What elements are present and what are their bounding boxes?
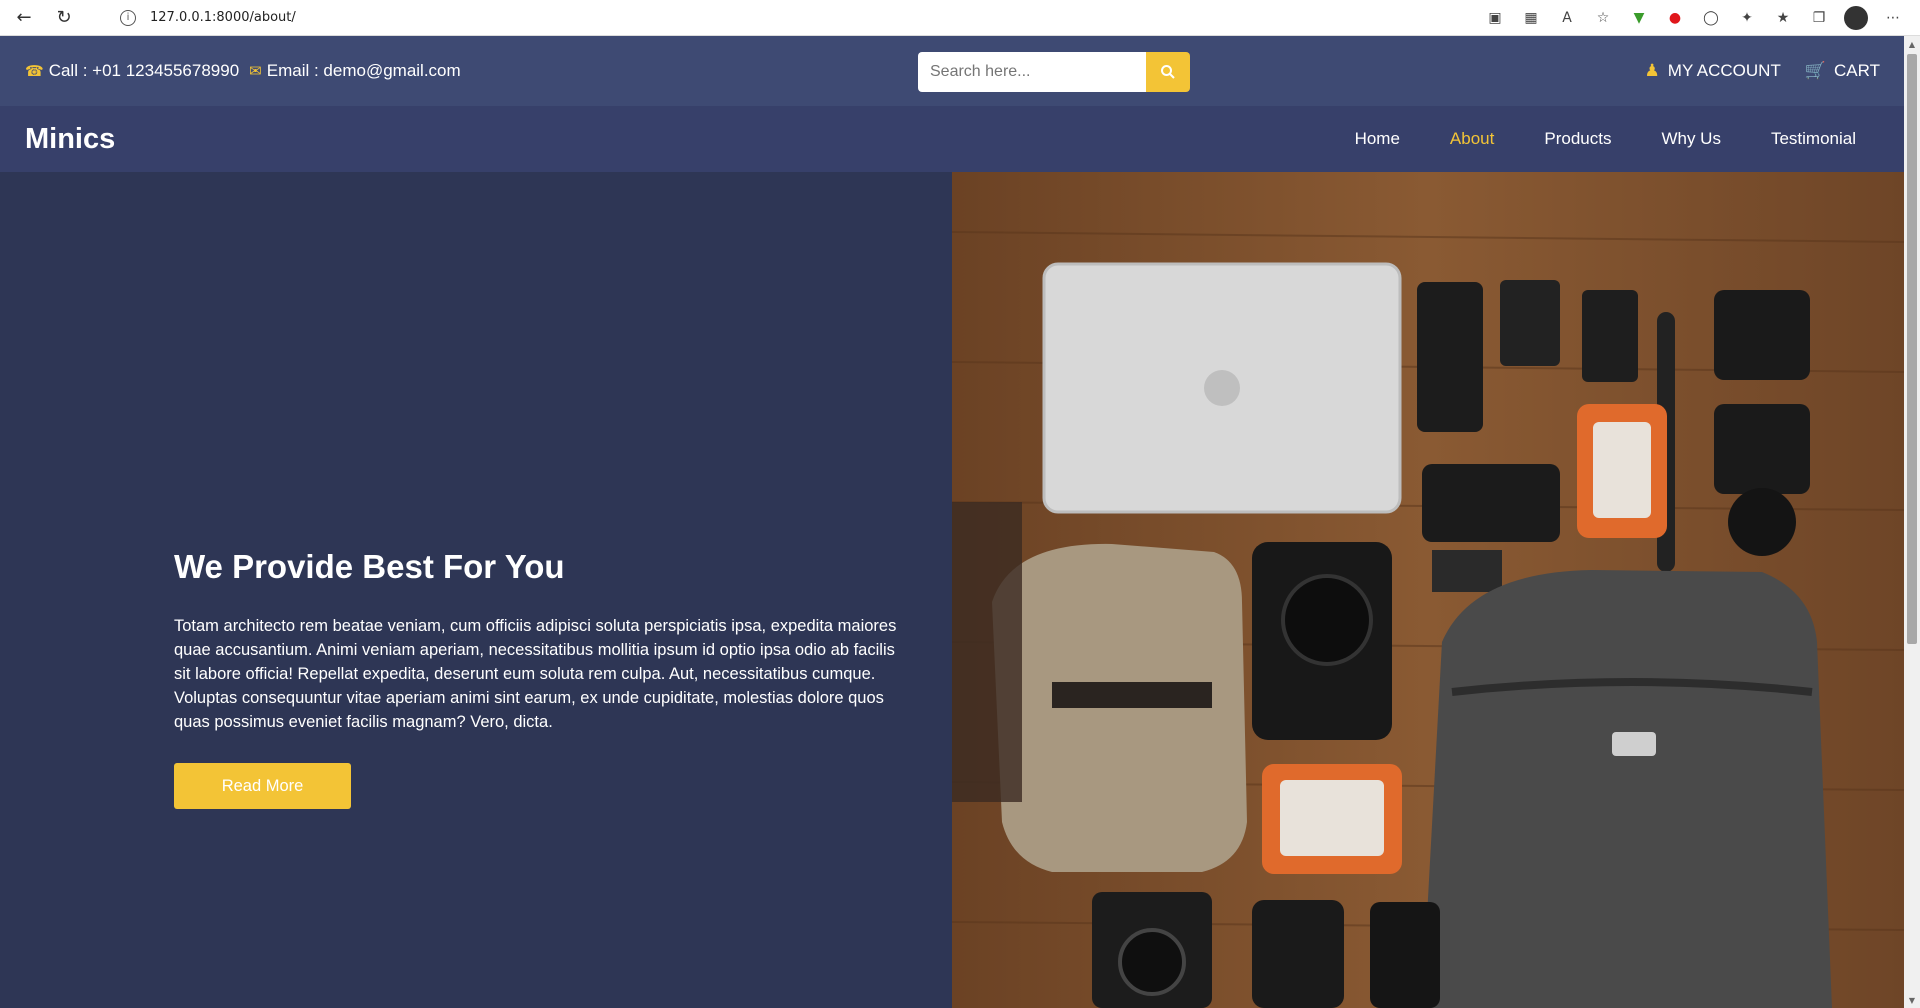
read-more-button[interactable]: Read More <box>174 763 351 809</box>
favorites-icon[interactable]: ★ <box>1772 7 1794 29</box>
hero-image <box>952 172 1904 1008</box>
collections-icon[interactable]: ❐ <box>1808 7 1830 29</box>
scroll-up-icon[interactable]: ▲ <box>1904 36 1920 52</box>
nav-item-products[interactable]: Products <box>1544 129 1611 149</box>
url-text: 127.0.0.1:8000/about/ <box>150 10 296 25</box>
cart-link[interactable]: 🛒 CART <box>1805 61 1880 81</box>
reader-view-icon[interactable]: ▣ <box>1484 7 1506 29</box>
profile-avatar[interactable] <box>1844 5 1868 30</box>
read-aloud-icon[interactable]: A <box>1556 7 1578 29</box>
search-input[interactable] <box>918 52 1146 92</box>
scroll-down-icon[interactable]: ▼ <box>1904 992 1920 1008</box>
apps-icon[interactable]: ▦ <box>1520 7 1542 29</box>
scroll-thumb[interactable] <box>1907 54 1917 644</box>
my-account-label: MY ACCOUNT <box>1667 61 1781 80</box>
account-links: ♟ MY ACCOUNT 🛒 CART <box>1621 36 1880 106</box>
cart-label: CART <box>1834 61 1880 80</box>
more-menu-icon[interactable]: ⋯ <box>1882 7 1904 29</box>
email-label: Email : demo@gmail.com <box>266 61 461 80</box>
contact-info: ☎ Call : +01 123455678990 ✉ Email : demo… <box>25 61 471 81</box>
shield-extension-icon[interactable]: ◯ <box>1700 7 1722 29</box>
search-form <box>918 52 1190 92</box>
phone-contact[interactable]: ☎ Call : +01 123455678990 <box>25 61 239 81</box>
main-navbar: Minics Home About Products Why Us Testim… <box>0 106 1904 172</box>
add-favorite-icon[interactable]: ☆ <box>1592 7 1614 29</box>
cart-icon: 🛒 <box>1804 61 1827 80</box>
nav-item-about[interactable]: About <box>1450 129 1494 149</box>
opera-extension-icon[interactable]: ● <box>1664 7 1686 29</box>
envelope-icon: ✉ <box>249 63 262 80</box>
brand-logo[interactable]: Minics <box>25 123 115 156</box>
hero-title: We Provide Best For You <box>174 548 565 585</box>
browser-toolbar: ← ↻ i 127.0.0.1:8000/about/ ▣ ▦ A ☆ ▼ ● … <box>0 0 1920 36</box>
site-info-icon[interactable]: i <box>120 9 136 26</box>
page-scrollbar[interactable]: ▲ ▼ <box>1904 36 1920 1008</box>
download-extension-icon[interactable]: ▼ <box>1628 7 1650 29</box>
back-arrow-icon[interactable]: ← <box>8 2 40 34</box>
user-icon: ♟ <box>1644 61 1660 80</box>
extensions-icon[interactable]: ✦ <box>1736 7 1758 29</box>
search-button[interactable] <box>1146 52 1190 92</box>
address-bar[interactable]: i 127.0.0.1:8000/about/ <box>120 4 1484 32</box>
nav-item-home[interactable]: Home <box>1355 129 1400 149</box>
hero-description: Totam architecto rem beatae veniam, cum … <box>174 617 897 731</box>
gear-flatlay-illustration <box>952 172 1904 1008</box>
nav-menu: Home About Products Why Us Testimonial <box>1355 129 1856 149</box>
search-icon <box>1161 65 1175 79</box>
nav-item-testimonial[interactable]: Testimonial <box>1771 129 1856 149</box>
reload-icon[interactable]: ↻ <box>48 2 80 34</box>
about-hero-content <box>0 172 952 1008</box>
nav-item-why-us[interactable]: Why Us <box>1661 129 1721 149</box>
email-contact[interactable]: ✉ Email : demo@gmail.com <box>249 61 461 81</box>
my-account-link[interactable]: ♟ MY ACCOUNT <box>1645 61 1781 81</box>
phone-label: Call : +01 123455678990 <box>48 61 240 80</box>
browser-tool-icons: ▣ ▦ A ☆ ▼ ● ◯ ✦ ★ ❐ ⋯ <box>1484 5 1904 30</box>
top-info-bar: ☎ Call : +01 123455678990 ✉ Email : demo… <box>0 36 1904 106</box>
phone-icon: ☎ <box>25 63 44 80</box>
